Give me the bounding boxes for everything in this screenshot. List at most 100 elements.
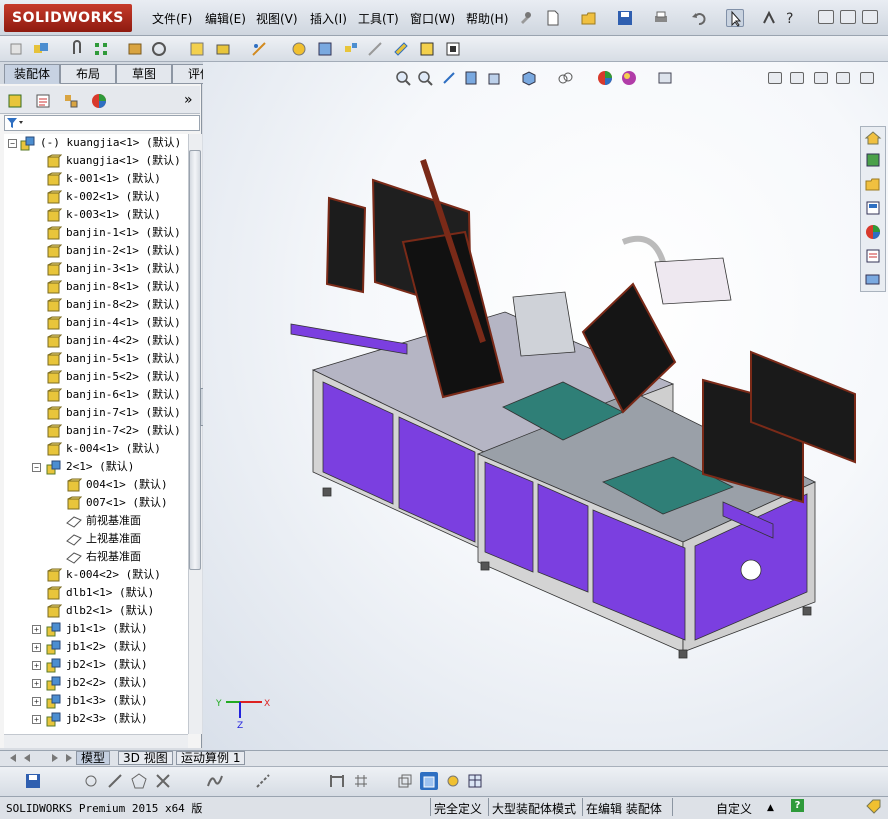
show-hidden-icon[interactable] — [188, 40, 206, 58]
panel-expand-chevron-icon[interactable]: » — [184, 92, 193, 108]
restore-icon[interactable] — [840, 10, 856, 24]
tree-item[interactable]: k-004<2> (默认) — [4, 566, 188, 584]
pin-icon[interactable] — [516, 9, 534, 27]
expand-plus-icon[interactable]: + — [32, 679, 41, 688]
mate-icon[interactable] — [32, 40, 50, 58]
explode-line-sketch-icon[interactable] — [366, 40, 384, 58]
paperclip-icon[interactable] — [68, 40, 86, 58]
cube-wireframe-icon[interactable] — [396, 772, 414, 790]
tree-item[interactable]: 上视基准面 — [4, 530, 188, 548]
tree-item[interactable]: banjin-5<2> (默认) — [4, 368, 188, 386]
tree-item[interactable]: banjin-3<1> (默认) — [4, 260, 188, 278]
tab-sketch[interactable]: 草图 — [116, 64, 172, 84]
save-icon-small[interactable] — [24, 772, 42, 790]
insert-component-icon[interactable] — [8, 40, 26, 58]
tree-item[interactable]: + jb2<2> (默认) — [4, 674, 188, 692]
configuration-manager-icon[interactable] — [62, 92, 80, 110]
tree-horizontal-scrollbar[interactable] — [4, 734, 188, 748]
grid-icon[interactable] — [352, 772, 370, 790]
tree-item[interactable]: banjin-2<1> (默认) — [4, 242, 188, 260]
tree-scroll-thumb[interactable] — [189, 150, 201, 570]
move-component-icon[interactable] — [150, 40, 168, 58]
menu-edit[interactable]: 编辑(E) — [205, 10, 246, 27]
tree-item[interactable]: − 2<1> (默认) — [4, 458, 188, 476]
exploded-view-icon[interactable] — [342, 40, 360, 58]
tree-item[interactable]: kuangjia<1> (默认) — [4, 152, 188, 170]
collapse-minus-icon[interactable]: − — [32, 463, 41, 472]
tree-item[interactable]: dlb2<1> (默认) — [4, 602, 188, 620]
tree-item[interactable]: − (-) kuangjia<1> (默认) — [4, 134, 188, 152]
quick-help-icon[interactable]: ? — [791, 799, 804, 812]
tab-model[interactable]: 模型 — [76, 751, 111, 765]
tree-item[interactable]: + jb1<2> (默认) — [4, 638, 188, 656]
tree-item[interactable]: + jb2<1> (默认) — [4, 656, 188, 674]
expand-plus-icon[interactable]: + — [32, 661, 41, 670]
new-document-icon[interactable] — [544, 9, 562, 27]
tree-item[interactable]: + jb2<3> (默认) — [4, 710, 188, 728]
select-arrow-icon[interactable] — [726, 9, 744, 27]
open-folder-icon[interactable] — [580, 9, 598, 27]
expand-plus-icon[interactable]: + — [32, 715, 41, 724]
tree-item[interactable]: banjin-4<1> (默认) — [4, 314, 188, 332]
tree-item[interactable]: banjin-6<1> (默认) — [4, 386, 188, 404]
take-snapshot-icon[interactable] — [444, 40, 462, 58]
close-icon[interactable] — [862, 10, 878, 24]
tree-item[interactable]: banjin-1<1> (默认) — [4, 224, 188, 242]
tree-item[interactable]: banjin-7<2> (默认) — [4, 422, 188, 440]
polygon-icon[interactable] — [130, 772, 148, 790]
tree-item[interactable]: banjin-5<1> (默认) — [4, 350, 188, 368]
feature-manager-tree-icon[interactable] — [6, 92, 24, 110]
tab-layout[interactable]: 布局 — [60, 64, 116, 84]
menu-view[interactable]: 视图(V) — [256, 10, 298, 27]
property-manager-icon[interactable] — [34, 92, 52, 110]
bill-of-materials-icon[interactable] — [316, 40, 334, 58]
assembly-features-icon[interactable] — [214, 40, 232, 58]
new-motion-study-icon[interactable] — [290, 40, 308, 58]
tree-item[interactable]: 007<1> (默认) — [4, 494, 188, 512]
tree-item[interactable]: 前视基准面 — [4, 512, 188, 530]
tree-item[interactable]: k-003<1> (默认) — [4, 206, 188, 224]
tree-item[interactable]: banjin-8<1> (默认) — [4, 278, 188, 296]
help-question-icon[interactable]: ? — [782, 9, 800, 27]
tree-item[interactable]: banjin-7<1> (默认) — [4, 404, 188, 422]
expand-plus-icon[interactable]: + — [32, 697, 41, 706]
rebuild-icon[interactable] — [760, 9, 778, 27]
tab-scroll-arrows[interactable] — [6, 752, 76, 764]
smart-dimension-icon[interactable] — [328, 772, 346, 790]
display-manager-icon[interactable] — [90, 92, 108, 110]
construction-line-icon[interactable] — [254, 772, 272, 790]
print-icon[interactable] — [652, 9, 670, 27]
tree-item[interactable]: dlb1<1> (默认) — [4, 584, 188, 602]
shaded-display-icon[interactable] — [420, 772, 438, 790]
menu-file[interactable]: 文件(F) — [152, 10, 192, 27]
tree-item[interactable]: + jb1<1> (默认) — [4, 620, 188, 638]
expand-plus-icon[interactable]: + — [32, 643, 41, 652]
tree-item[interactable]: k-004<1> (默认) — [4, 440, 188, 458]
point-icon[interactable] — [82, 772, 100, 790]
update-speedpak-icon[interactable] — [418, 40, 436, 58]
undo-icon[interactable] — [690, 9, 708, 27]
tab-motion-study[interactable]: 运动算例 1 — [176, 751, 246, 765]
spline-icon[interactable] — [206, 772, 224, 790]
units-arrow-icon[interactable]: ▲ — [767, 803, 774, 813]
status-units[interactable]: 自定义 — [716, 800, 752, 817]
reference-geometry-icon[interactable] — [250, 40, 268, 58]
collapse-minus-icon[interactable]: − — [8, 139, 17, 148]
tree-item[interactable]: banjin-8<2> (默认) — [4, 296, 188, 314]
tree-item[interactable]: 004<1> (默认) — [4, 476, 188, 494]
smart-fasteners-icon[interactable] — [126, 40, 144, 58]
table-icon[interactable] — [466, 772, 484, 790]
menu-help[interactable]: 帮助(H) — [466, 10, 508, 27]
status-tag-icon[interactable] — [864, 798, 882, 816]
tree-filter-input[interactable] — [4, 115, 200, 131]
expand-plus-icon[interactable]: + — [32, 625, 41, 634]
line-icon[interactable] — [106, 772, 124, 790]
trim-icon[interactable] — [154, 772, 172, 790]
menu-insert[interactable]: 插入(I) — [310, 10, 347, 27]
tree-item[interactable]: k-002<1> (默认) — [4, 188, 188, 206]
instant3d-icon[interactable] — [392, 40, 410, 58]
tree-item[interactable]: banjin-4<2> (默认) — [4, 332, 188, 350]
lighting-icon[interactable] — [444, 772, 462, 790]
linear-pattern-icon[interactable] — [92, 40, 110, 58]
menu-window[interactable]: 窗口(W) — [410, 10, 455, 27]
